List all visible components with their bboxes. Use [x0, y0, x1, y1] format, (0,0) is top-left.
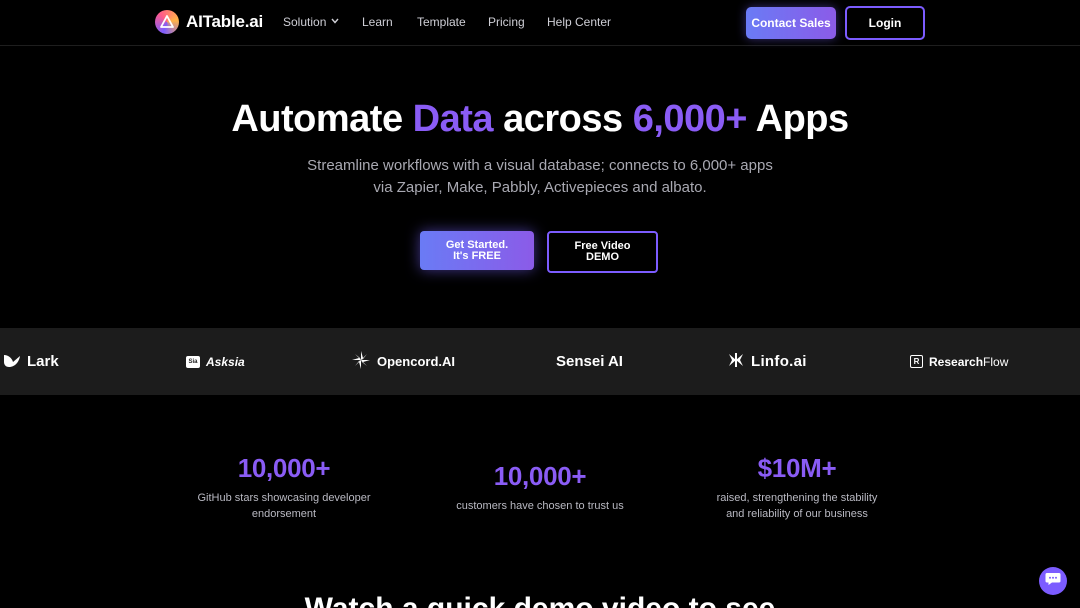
nav-links: Solution Learn Template Pricing Help Cen… — [283, 15, 611, 29]
partner-name: Asksia — [206, 354, 245, 369]
nav-item-pricing[interactable]: Pricing — [488, 15, 547, 29]
partner-logo-strip: Lark Sia Asksia Opencord.AI Sensei AI Li… — [0, 328, 1080, 395]
partner-logo-lark: Lark — [3, 328, 59, 395]
nav-item-template[interactable]: Template — [417, 15, 488, 29]
brand-logo-icon — [155, 10, 179, 34]
partner-name: Sensei AI — [556, 353, 623, 370]
hero-title-part: Automate — [231, 98, 413, 140]
get-started-label-line1: Get Started. — [445, 238, 509, 251]
get-started-button[interactable]: Get Started. It's FREE — [420, 231, 534, 270]
stat-customers: 10,000+ customers have chosen to trust u… — [440, 461, 640, 514]
nav-item-label: Solution — [283, 15, 327, 29]
opencord-logo-icon — [351, 350, 371, 373]
brand-logo[interactable]: AITable.ai — [155, 10, 263, 34]
partner-name-bold: Research — [929, 354, 984, 369]
partner-name: ResearchFlow — [929, 355, 1008, 369]
stat-github-stars: 10,000+ GitHub stars showcasing develope… — [184, 453, 384, 522]
hero-subtitle-line: via Zapier, Make, Pabbly, Activepieces a… — [373, 179, 707, 196]
stat-description: raised, strengthening the stability and … — [697, 490, 897, 522]
partner-logo-researchflow: R ResearchFlow — [910, 328, 1008, 395]
chat-icon — [1045, 572, 1061, 591]
partner-logo-opencord: Opencord.AI — [351, 328, 455, 395]
partner-name: Lark — [27, 353, 59, 370]
stat-number: 10,000+ — [493, 461, 587, 491]
demo-section-heading: Watch a quick demo video to see — [0, 592, 1080, 608]
get-started-label-line2: It's FREE — [453, 249, 501, 262]
hero-subtitle-line: Streamline workflows with a visual datab… — [307, 157, 773, 174]
stat-description-line: raised, strengthening the stability — [716, 492, 878, 504]
partner-name-light: Flow — [983, 354, 1009, 369]
chat-widget-button[interactable] — [1039, 567, 1067, 595]
lark-logo-icon — [3, 352, 21, 372]
asksia-logo-icon: Sia — [186, 355, 200, 368]
demo-label-line2: DEMO — [586, 251, 619, 263]
chevron-down-icon — [331, 16, 339, 26]
stat-number: 10,000+ — [237, 453, 331, 483]
hero-title-accent: 6,000+ — [632, 98, 748, 140]
hero-title: Automate Data across 6,000+ Apps — [0, 98, 1080, 141]
partner-logo-linfo: Linfo.ai — [727, 328, 807, 395]
contact-sales-button[interactable]: Contact Sales — [746, 7, 836, 39]
hero-title-part: across — [493, 98, 633, 140]
stat-number: $10M+ — [757, 453, 837, 483]
stat-description-line: GitHub stars showcasing developer — [197, 492, 371, 504]
free-video-demo-button[interactable]: Free Video DEMO — [547, 231, 658, 273]
stat-description-line: customers have chosen to trust us — [456, 500, 624, 512]
top-navbar: AITable.ai Solution Learn Template Prici… — [0, 0, 1080, 46]
partner-logo-sensei: Sensei AI — [556, 328, 623, 395]
partner-logo-asksia: Sia Asksia — [186, 328, 245, 395]
partner-name: Linfo.ai — [751, 353, 807, 370]
nav-item-solution[interactable]: Solution — [283, 15, 362, 29]
stat-description-line: and reliability of our business — [726, 508, 868, 520]
researchflow-logo-icon: R — [910, 355, 923, 368]
linfo-logo-icon — [727, 352, 745, 372]
stat-description: GitHub stars showcasing developer endors… — [184, 490, 384, 522]
brand-name: AITable.ai — [186, 12, 264, 31]
stat-description: customers have chosen to trust us — [440, 498, 640, 514]
login-button[interactable]: Login — [845, 6, 925, 40]
hero-title-accent: Data — [412, 98, 494, 140]
hero-subtitle: Streamline workflows with a visual datab… — [0, 155, 1080, 199]
nav-item-learn[interactable]: Learn — [362, 15, 417, 29]
partner-name: Opencord.AI — [377, 354, 456, 369]
nav-item-help-center[interactable]: Help Center — [547, 15, 611, 29]
stat-funding: $10M+ raised, strengthening the stabilit… — [697, 453, 897, 522]
stat-description-line: endorsement — [251, 508, 317, 520]
hero-title-part: Apps — [746, 98, 850, 140]
